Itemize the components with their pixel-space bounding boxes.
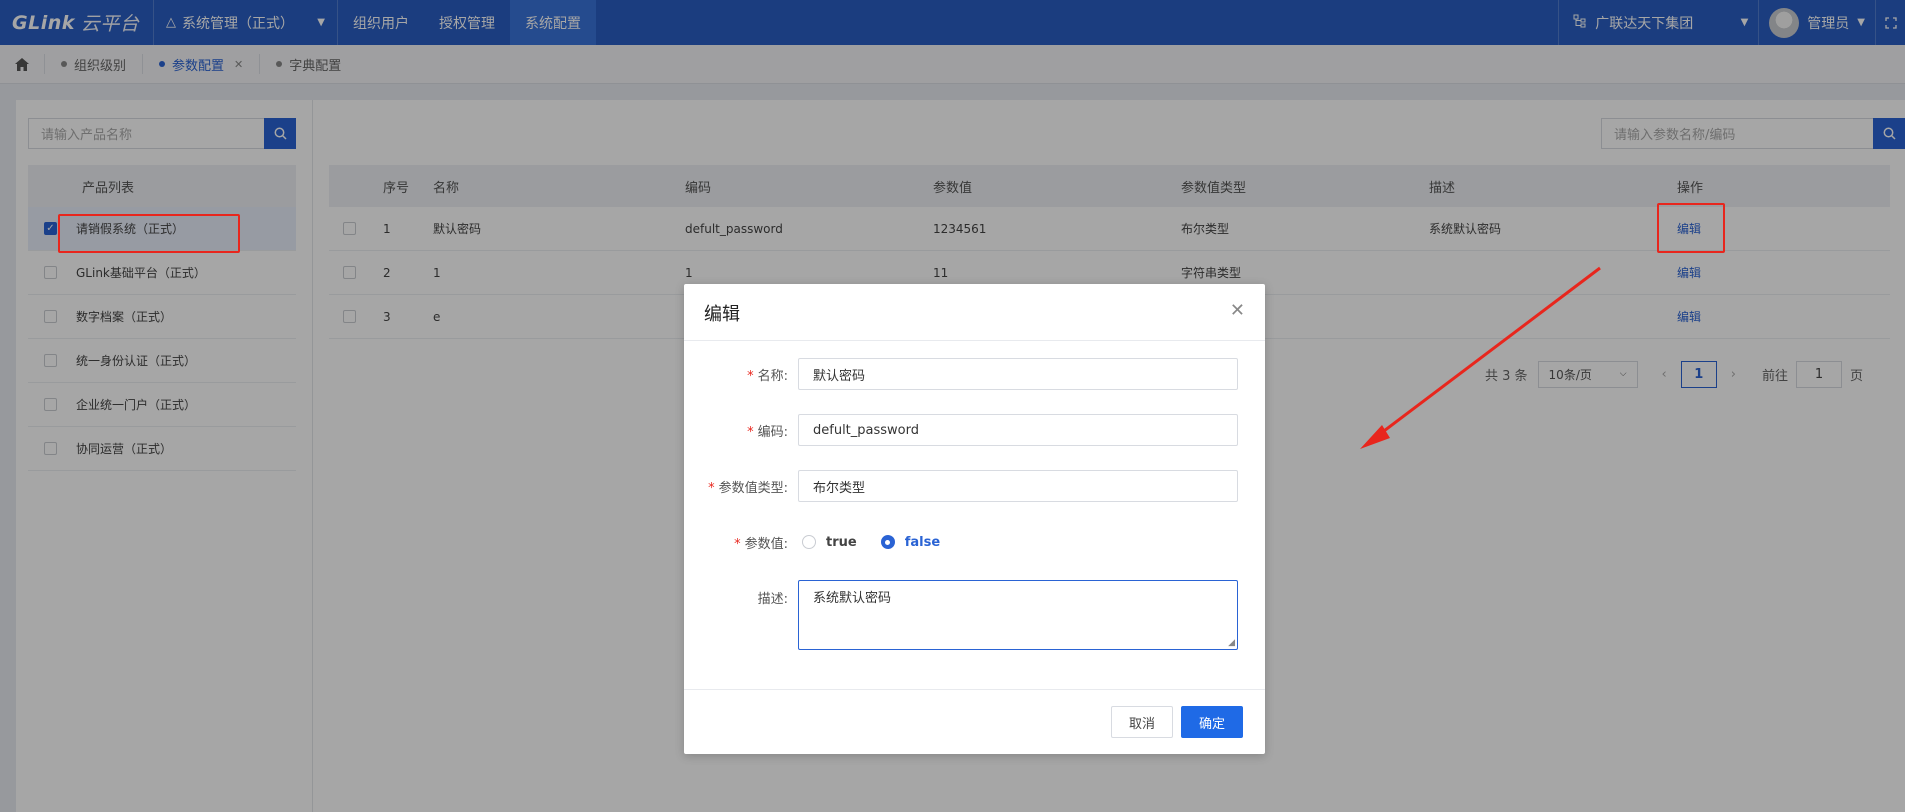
desc-textarea[interactable]: 系统默认密码 ◢ [798,580,1238,650]
divider [684,689,1265,690]
form-label: * 编码: [747,424,788,440]
form-label: * 参数值: [734,536,788,552]
code-field[interactable]: defult_password [798,414,1238,446]
form-row-code: * 编码: defult_password [684,414,1265,446]
cancel-button[interactable]: 取消 [1111,706,1173,738]
form-row-desc: 描述: 系统默认密码 ◢ [684,580,1265,650]
form-label: 描述: [757,592,788,607]
confirm-button[interactable]: 确定 [1181,706,1243,738]
divider [684,340,1265,341]
dialog-title: 编辑 [704,304,740,325]
radio-circle [802,535,816,549]
form-row-type: * 参数值类型: 布尔类型 [684,470,1265,502]
edit-dialog: 编辑 ✕ * 名称: 默认密码 * 编码: defult_password * 参数值… [684,284,1265,754]
type-field[interactable]: 布尔类型 [798,470,1238,502]
resize-handle-icon[interactable]: ◢ [1228,638,1235,648]
radio-circle [880,535,895,549]
form-label: * 参数值类型: [708,480,788,496]
radio-false[interactable]: false [880,535,940,550]
close-icon[interactable]: ✕ [1230,300,1245,321]
form-label: * 名称: [747,368,788,384]
value-radio-group: true false [802,535,964,550]
name-field[interactable]: 默认密码 [798,358,1238,390]
form-row-value: * 参数值: true false [684,526,1265,558]
form-row-name: * 名称: 默认密码 [684,358,1265,390]
desc-value: 系统默认密码 [813,591,892,606]
radio-true[interactable]: true [802,535,857,550]
